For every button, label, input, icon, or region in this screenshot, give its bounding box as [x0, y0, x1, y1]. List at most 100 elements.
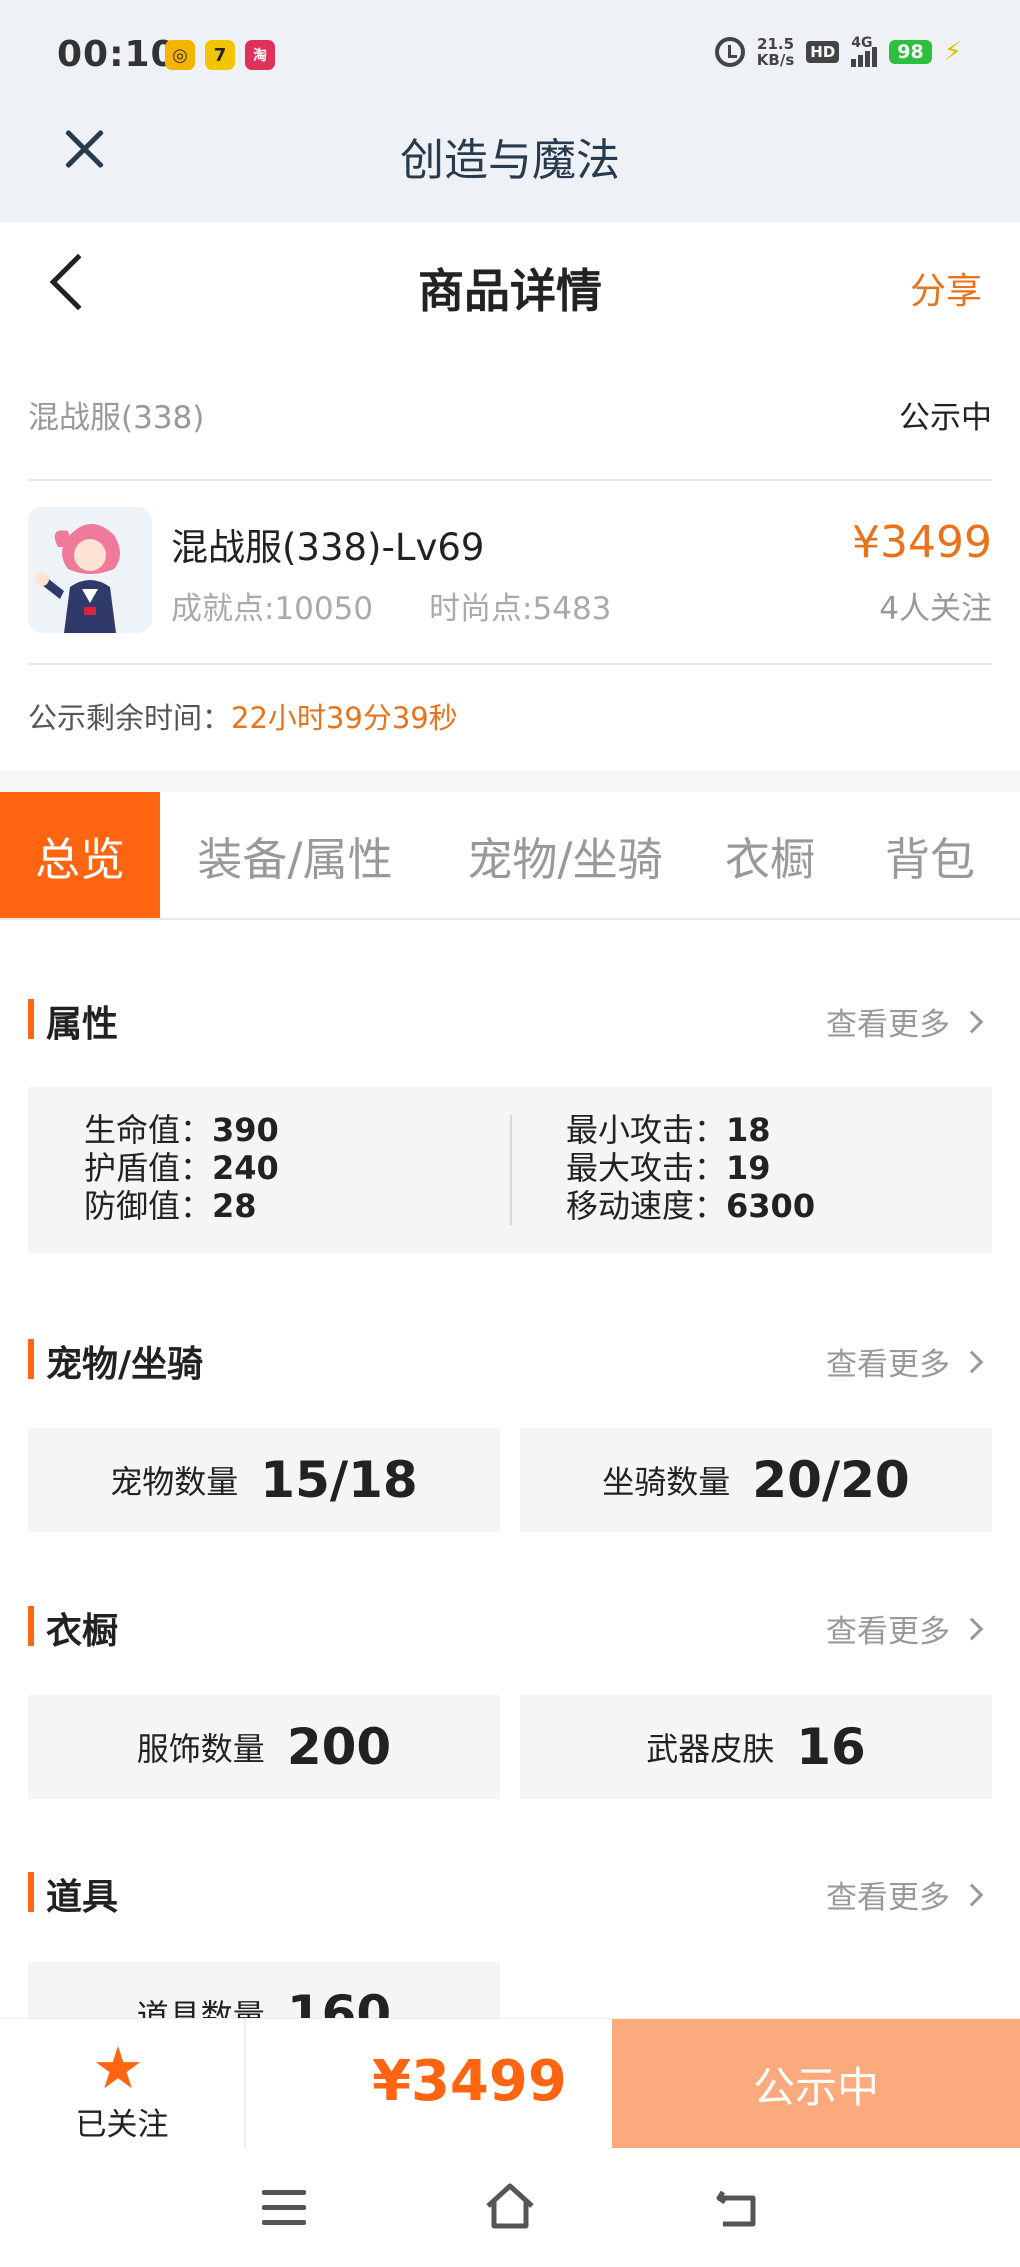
- view-more-pets[interactable]: 查看更多: [826, 1339, 984, 1384]
- status-indicators: 21.5 KB/s HD 4G 98 ⚡: [714, 35, 962, 68]
- view-more-label: 查看更多: [826, 1614, 950, 1650]
- bottom-action-bar: ★ 已关注 ¥3499 公示中: [0, 2018, 1020, 2149]
- notification-icons: ◎ 7 淘: [165, 40, 275, 70]
- attr-label: 防御值：: [84, 1187, 213, 1225]
- wardrobe-section-header: 衣橱 查看更多: [28, 1600, 992, 1652]
- chevron-right-icon: [960, 1617, 984, 1640]
- page-title: 商品详情: [418, 264, 602, 318]
- menu-icon[interactable]: [262, 2190, 306, 2226]
- publicity-button[interactable]: 公示中: [612, 2019, 1020, 2149]
- alarm-icon: [714, 37, 745, 67]
- app-notification-icon: 7: [205, 40, 235, 70]
- net-speed-value: 21.5: [757, 35, 795, 53]
- net-speed-unit: KB/s: [756, 51, 795, 69]
- stat-label: 武器皮肤: [646, 1730, 775, 1768]
- attr-value: 390: [212, 1111, 279, 1149]
- app-header: 创造与魔法: [0, 110, 1020, 222]
- section-title: 宠物/坐骑: [46, 1344, 204, 1385]
- view-more-attributes[interactable]: 查看更多: [826, 999, 984, 1044]
- app-title: 创造与魔法: [400, 135, 620, 186]
- section-title: 属性: [46, 1004, 119, 1045]
- tab-pets-mounts[interactable]: 宠物/坐骑: [430, 792, 700, 918]
- attributes-section-header: 属性 查看更多: [28, 993, 992, 1045]
- section-title: 道具: [46, 1877, 119, 1918]
- tab-backpack[interactable]: 背包: [840, 792, 1020, 918]
- stat-value: 20/20: [752, 1451, 910, 1509]
- stat-label: 服饰数量: [136, 1730, 265, 1768]
- attr-row: 生命值：390: [84, 1111, 279, 1149]
- section-gap: [0, 770, 1020, 792]
- view-more-label: 查看更多: [826, 1007, 950, 1043]
- app-notification-icon: ◎: [165, 40, 195, 70]
- attributes-panel: 生命值：390 护盾值：240 防御值：28 最小攻击：18 最大攻击：19 移…: [28, 1087, 992, 1253]
- back-nav-icon[interactable]: [713, 2188, 761, 2228]
- chevron-right-icon: [960, 1010, 984, 1033]
- divider: [28, 663, 992, 665]
- star-icon: ★: [92, 2034, 144, 2102]
- view-more-wardrobe[interactable]: 查看更多: [826, 1606, 984, 1651]
- tab-equipment[interactable]: 装备/属性: [160, 792, 430, 918]
- product-price: ¥3499: [852, 517, 992, 568]
- network-type: 4G: [851, 35, 873, 51]
- server-row: 混战服(338) 公示中: [28, 380, 992, 440]
- divider: [244, 2019, 246, 2149]
- attr-row: 最大攻击：19: [566, 1149, 815, 1187]
- attributes-right: 最小攻击：18 最大攻击：19 移动速度：6300: [566, 1111, 815, 1225]
- hd-icon: HD: [806, 41, 840, 63]
- attr-row: 护盾值：240: [84, 1149, 279, 1187]
- home-icon[interactable]: [484, 2182, 536, 2230]
- chevron-right-icon: [960, 1350, 984, 1373]
- server-status: 公示中: [899, 400, 992, 436]
- section-title: 衣橱: [46, 1611, 119, 1652]
- stat-label: 坐骑数量: [602, 1463, 731, 1501]
- page-header: 商品详情 分享: [0, 222, 1020, 352]
- attributes-left: 生命值：390 护盾值：240 防御值：28: [84, 1111, 279, 1225]
- attr-label: 最大攻击：: [566, 1149, 727, 1187]
- attr-value: 6300: [726, 1187, 816, 1225]
- product-summary[interactable]: 混战服(338)-Lv69 成就点:10050 时尚点:5483 ¥3499 4…: [28, 505, 992, 635]
- server-name: 混战服(338): [28, 400, 205, 436]
- product-title: 混战服(338)-Lv69: [171, 526, 485, 569]
- share-button[interactable]: 分享: [910, 262, 982, 314]
- system-nav-bar: [0, 2148, 1020, 2267]
- achievement-points: 成就点:10050: [171, 591, 374, 627]
- pets-section-header: 宠物/坐骑 查看更多: [28, 1333, 992, 1385]
- status-bar: 00:10 ◎ 7 淘 21.5 KB/s HD 4G 98 ⚡: [0, 0, 1020, 110]
- view-more-items[interactable]: 查看更多: [826, 1872, 984, 1917]
- stat-value: 16: [796, 1718, 866, 1776]
- attr-value: 28: [212, 1187, 257, 1225]
- pet-count-card: 宠物数量 15/18: [28, 1428, 500, 1532]
- view-more-label: 查看更多: [826, 1347, 950, 1383]
- net-speed: 21.5 KB/s: [757, 36, 794, 68]
- battery-icon: 98: [889, 40, 932, 64]
- divider: [28, 479, 992, 481]
- character-avatar: [28, 507, 152, 633]
- attr-label: 移动速度：: [566, 1187, 727, 1225]
- section-marker: [28, 999, 34, 1039]
- countdown-label: 公示剩余时间：: [28, 701, 232, 735]
- signal-icon: 4G: [851, 35, 878, 67]
- items-section-header: 道具 查看更多: [28, 1866, 992, 1918]
- follow-button[interactable]: ★ 已关注: [0, 2019, 244, 2149]
- product-stats: 成就点:10050 时尚点:5483: [171, 583, 611, 628]
- section-marker: [28, 1606, 34, 1646]
- stat-label: 宠物数量: [110, 1463, 239, 1501]
- view-more-label: 查看更多: [826, 1880, 950, 1916]
- stat-value: 15/18: [260, 1451, 418, 1509]
- tab-overview[interactable]: 总览: [0, 792, 160, 918]
- bottom-price: ¥3499: [372, 2049, 567, 2114]
- tab-bar: 总览 装备/属性 宠物/坐骑 衣橱 背包: [0, 792, 1020, 920]
- attr-label: 生命值：: [84, 1111, 213, 1149]
- publicity-countdown: 公示剩余时间：22小时39分39秒: [28, 695, 458, 737]
- outfit-count-card: 服饰数量 200: [28, 1695, 500, 1799]
- charging-icon: ⚡: [943, 37, 962, 67]
- follower-count: 4人关注: [879, 591, 992, 627]
- app-notification-icon: 淘: [245, 40, 275, 70]
- attr-divider: [510, 1115, 512, 1225]
- chevron-right-icon: [960, 1883, 984, 1906]
- attr-label: 护盾值：: [84, 1149, 213, 1187]
- attr-value: 240: [212, 1149, 279, 1187]
- status-time: 00:10: [57, 34, 177, 75]
- tab-wardrobe[interactable]: 衣橱: [700, 792, 840, 918]
- attr-value: 19: [726, 1149, 771, 1187]
